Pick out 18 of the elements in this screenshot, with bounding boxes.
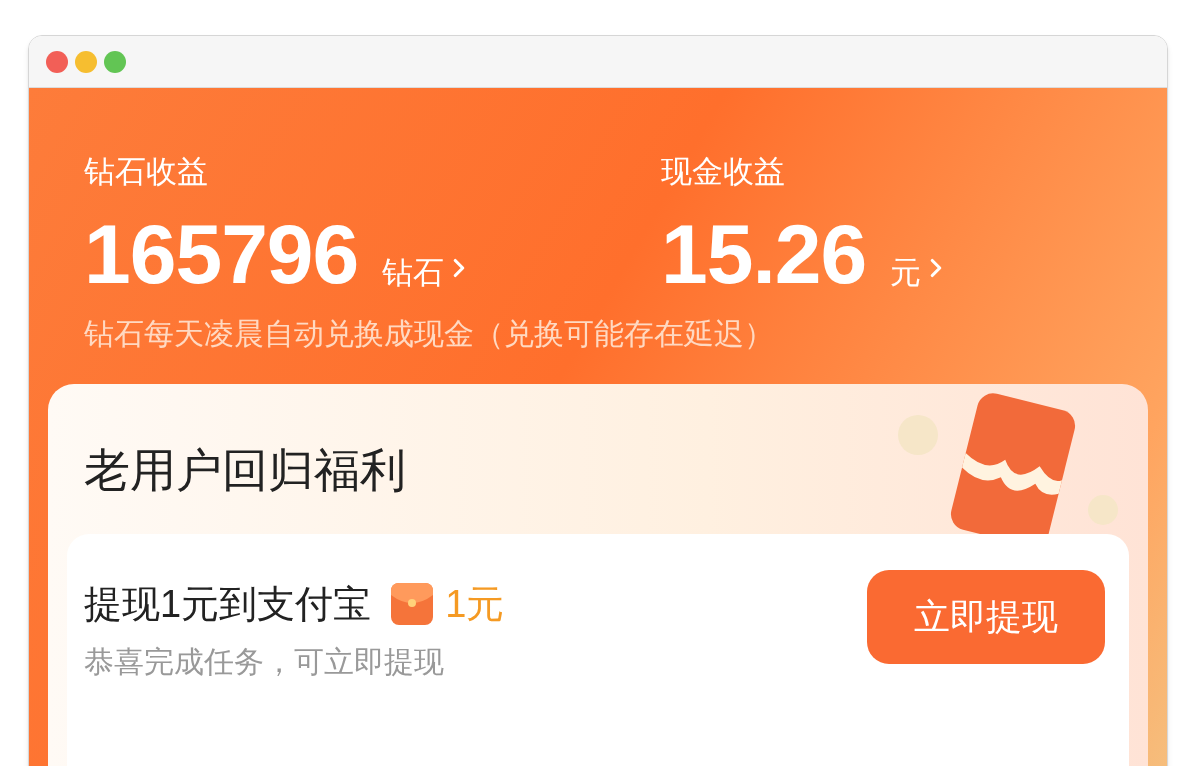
- maximize-icon[interactable]: [104, 50, 126, 73]
- withdraw-button[interactable]: 立即提现: [867, 570, 1105, 664]
- earnings-label: 现金收益: [661, 153, 786, 191]
- earnings-value: 15.26: [661, 206, 867, 303]
- earnings-link[interactable]: 15.26 元: [661, 204, 1148, 304]
- minimize-icon[interactable]: [75, 50, 97, 73]
- exchange-note: 钻石每天凌晨自动兑换成现金（兑换可能存在延迟）: [83, 316, 775, 352]
- card-title: 老用户回归福利: [83, 443, 406, 498]
- task-subtitle: 恭喜完成任务，可立即提现: [84, 644, 445, 680]
- envelope-icon: [389, 581, 436, 627]
- task-title: 提现1元到支付宝: [84, 582, 372, 627]
- earnings-unit: 元: [890, 254, 922, 292]
- earnings-value: 165796: [84, 206, 359, 303]
- reward-amount: 1元: [445, 582, 505, 627]
- earnings-link[interactable]: 165796 钻石: [84, 204, 661, 304]
- earnings-unit: 钻石: [382, 254, 445, 292]
- earnings-label: 钻石收益: [84, 153, 209, 191]
- close-icon[interactable]: [46, 50, 68, 73]
